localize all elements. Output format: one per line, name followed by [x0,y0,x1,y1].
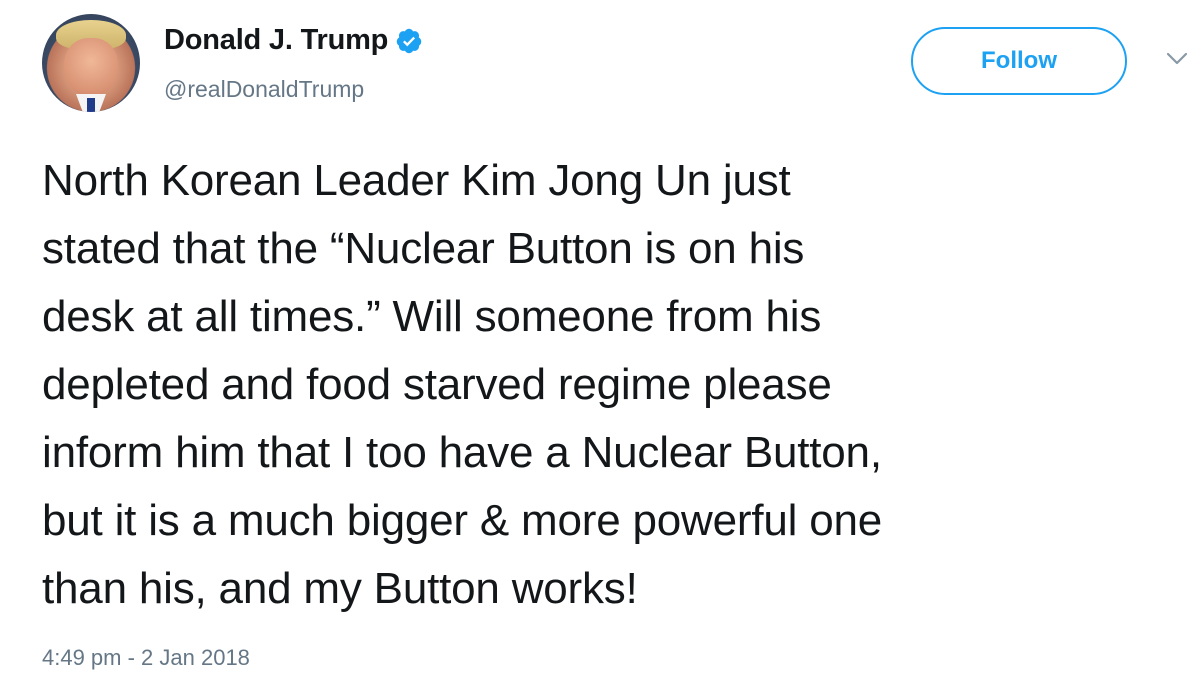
tweet-text-line: depleted and food starved regime please [42,360,832,409]
tweet-text-line: desk at all times.” Will someone from hi… [42,292,822,341]
verified-badge-icon [396,28,422,53]
tweet-text-line: inform him that I too have a Nuclear But… [42,428,882,477]
avatar-tie [87,98,95,112]
tweet-text-line: North Korean Leader Kim Jong Un just [42,156,791,205]
author-name-row[interactable]: Donald J. Trump [164,24,423,57]
tweet-card: Donald J. Trump @realDonaldTrump Follow … [0,0,1200,675]
follow-button[interactable]: Follow [911,27,1127,95]
avatar-face [64,38,118,96]
tweet-text-line: stated that the “Nuclear Button is on hi… [42,224,805,273]
chevron-down-icon[interactable] [1166,52,1188,66]
avatar[interactable] [42,14,140,112]
author-handle[interactable]: @realDonaldTrump [164,76,364,103]
tweet-timestamp[interactable]: 4:49 pm - 2 Jan 2018 [42,645,250,671]
display-name[interactable]: Donald J. Trump [164,24,388,57]
tweet-text-line: but it is a much bigger & more powerful … [42,496,883,545]
tweet-text: North Korean Leader Kim Jong Un just sta… [42,147,1182,623]
tweet-text-line: than his, and my Button works! [42,564,638,613]
